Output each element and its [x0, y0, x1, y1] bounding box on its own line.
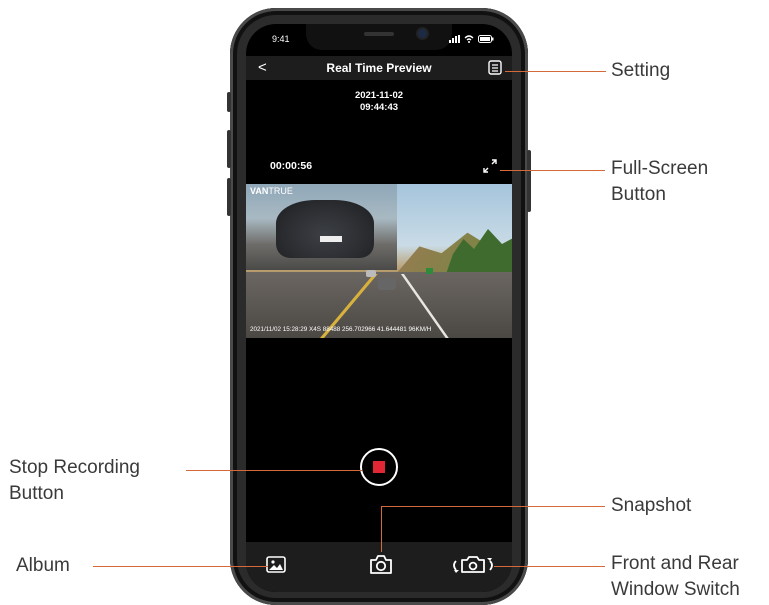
- wifi-icon: [465, 34, 474, 43]
- phone-volume-down: [227, 178, 231, 216]
- brand-watermark: VANTRUE: [250, 186, 293, 196]
- phone-volume-up: [227, 130, 231, 168]
- callout-switch-2: Window Switch: [611, 579, 740, 600]
- callout-stop-2: Button: [9, 483, 64, 504]
- camera-icon[interactable]: [369, 554, 393, 575]
- brand-bold: VAN: [250, 186, 269, 196]
- top-bar: < Real Time Preview: [246, 56, 512, 80]
- callout-stop-1: Stop Recording: [9, 457, 140, 478]
- phone-power-button: [527, 150, 531, 212]
- speaker: [364, 32, 394, 36]
- recording-timer: 00:00:56: [270, 160, 313, 172]
- callout-line-snapshot: [381, 506, 605, 507]
- preview-date: 2021-11-02: [354, 90, 404, 101]
- callout-line-fullscreen: [500, 170, 605, 171]
- rear-camera-inset[interactable]: [246, 184, 397, 270]
- callout-line-setting: [505, 71, 606, 72]
- status-icons: [448, 33, 494, 43]
- battery-icon: [478, 34, 494, 43]
- license-plate: [320, 236, 342, 242]
- document-icon[interactable]: [488, 60, 502, 75]
- page-title: Real Time Preview: [326, 61, 432, 75]
- video-car-near: [378, 278, 396, 290]
- callout-fullscreen-1: Full-Screen: [611, 158, 709, 179]
- callout-fullscreen-2: Button: [611, 184, 666, 205]
- camera-switch-icon[interactable]: [450, 555, 496, 574]
- preview-datetime: 2021-11-02 09:44:43: [246, 90, 512, 114]
- video-car-far: [366, 270, 376, 277]
- live-video-feed[interactable]: VANTRUE 2021/11/02 15:28:29 X4S 88488 25…: [246, 184, 512, 338]
- brand-light: TRUE: [268, 186, 293, 196]
- stop-record-icon: [373, 461, 385, 473]
- preview-time: 09:44:43: [359, 102, 399, 113]
- notch: [306, 24, 452, 50]
- front-camera: [418, 29, 427, 38]
- callout-line-stop: [186, 470, 362, 471]
- bottom-bar: [246, 542, 512, 592]
- status-time: 9:41: [272, 34, 290, 44]
- stop-recording-button[interactable]: [360, 448, 398, 486]
- callout-line-switch: [494, 566, 605, 567]
- callout-setting: Setting: [611, 60, 671, 81]
- callout-snapshot: Snapshot: [611, 495, 692, 516]
- rear-car: [276, 200, 374, 258]
- phone-side-button: [227, 92, 231, 112]
- signal-icon: [448, 34, 460, 43]
- image-icon[interactable]: [266, 556, 286, 573]
- callout-line-album: [93, 566, 268, 567]
- callout-line-snapshot-vertical: [381, 506, 382, 552]
- callout-switch-1: Front and Rear: [611, 553, 739, 574]
- video-info-overlay: 2021/11/02 15:28:29 X4S 88488 256.702966…: [250, 326, 432, 333]
- road-sign: [426, 268, 433, 274]
- callout-album: Album: [16, 555, 70, 576]
- expand-icon[interactable]: [482, 158, 498, 174]
